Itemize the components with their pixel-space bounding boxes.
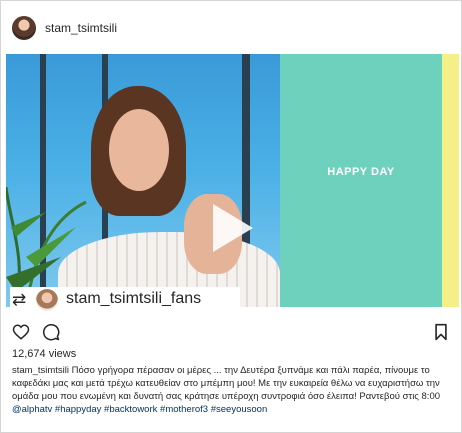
caption-author[interactable]: stam_tsimtsili [12,365,69,376]
bookmark-icon[interactable] [434,321,448,346]
comment-icon[interactable] [42,321,60,346]
avatar[interactable] [12,16,36,40]
hashtag-link[interactable]: #happyday [55,404,101,415]
video-player[interactable]: HAPPY DAY [6,54,459,307]
repost-avatar [36,289,58,311]
hashtag-link[interactable]: #backtowork [104,404,157,415]
repost-account-name: stam_tsimtsili_fans [66,290,202,307]
video-scene [6,54,280,307]
hashtag-link[interactable]: #motherof3 [160,404,208,415]
person-face [109,109,169,191]
views-count: 12,674 views [12,348,77,360]
hashtag-link[interactable]: #seeyousoon [211,404,268,415]
instagram-post: stam_tsimtsili HAPPY DAY ⇄ stam_tsimtsil… [0,0,462,433]
repost-icon: ⇄ [12,290,27,309]
action-bar [1,321,461,345]
username-link[interactable]: stam_tsimtsili [45,21,117,35]
overlay-text: HAPPY DAY [327,166,395,178]
heart-icon[interactable] [12,321,30,346]
mention-link[interactable]: @alphatv [12,404,52,415]
repost-badge: ⇄ stam_tsimtsili_fans [10,287,240,315]
yellow-strip [442,54,459,307]
post-header: stam_tsimtsili [1,1,461,49]
play-icon[interactable] [213,204,253,252]
caption: stam_tsimtsili Πόσο γρήγορα πέρασαν οι μ… [12,364,452,416]
green-panel [280,54,442,307]
caption-text: Πόσο γρήγορα πέρασαν οι μέρες ... την Δε… [12,365,441,402]
